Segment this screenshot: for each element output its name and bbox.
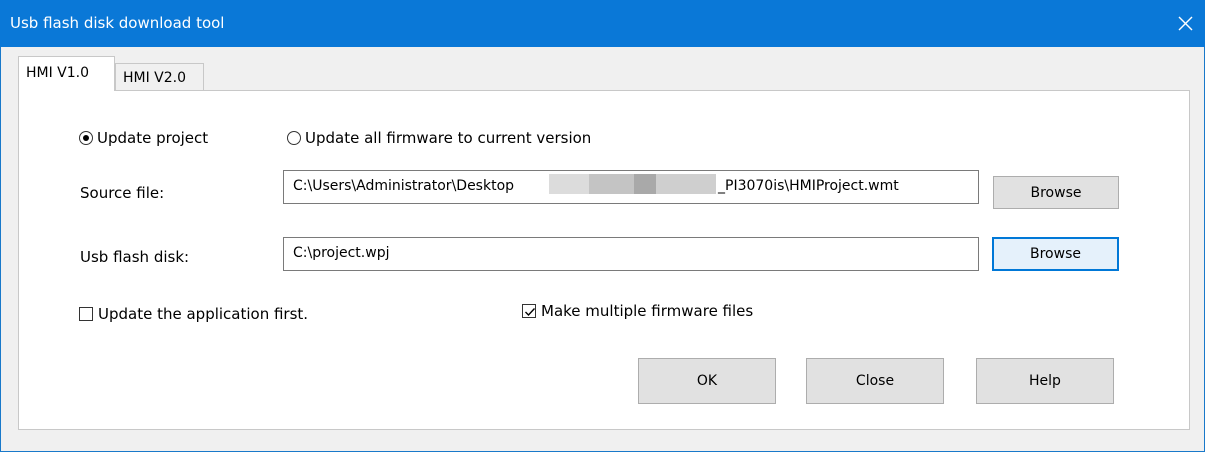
usb-disk-input[interactable]: C:\project.wpj (283, 237, 979, 271)
checkbox-unchecked-icon (79, 307, 93, 321)
usb-disk-value: C:\project.wpj (293, 245, 390, 261)
tab-hmi-v2[interactable]: HMI V2.0 (115, 63, 204, 91)
source-file-prefix: C:\Users\Administrator\Desktop (293, 178, 515, 194)
source-browse-button[interactable]: Browse (993, 176, 1119, 209)
help-button[interactable]: Help (976, 358, 1114, 404)
checkbox-checked-icon (522, 304, 536, 318)
redacted-path-segment (656, 174, 716, 194)
update-firmware-label: Update all firmware to current version (305, 129, 592, 147)
update-app-first-checkbox[interactable]: Update the application first. (79, 305, 308, 323)
tab-hmi-v1-label: HMI V1.0 (26, 65, 90, 81)
usb-browse-button[interactable]: Browse (992, 237, 1119, 271)
redacted-path-segment (589, 174, 634, 194)
close-icon (1178, 16, 1193, 31)
redacted-path-segment (634, 174, 656, 194)
update-project-radio[interactable]: Update project (79, 129, 208, 147)
tab-hmi-v2-label: HMI V2.0 (123, 70, 187, 86)
usb-disk-label: Usb flash disk: (80, 248, 190, 266)
multiple-firmware-label: Make multiple firmware files (541, 302, 754, 320)
window-title: Usb flash disk download tool (10, 14, 225, 32)
ok-button[interactable]: OK (638, 358, 776, 404)
multiple-firmware-checkbox[interactable]: Make multiple firmware files (522, 302, 753, 320)
close-window-button[interactable] (1167, 0, 1205, 47)
update-app-first-label: Update the application first. (98, 305, 309, 323)
redacted-path-segment (549, 174, 589, 194)
source-file-suffix: _PI3070is\HMIProject.wmt (718, 178, 899, 194)
source-file-label: Source file: (80, 184, 165, 202)
title-bar[interactable]: Usb flash disk download tool (0, 0, 1205, 47)
tab-hmi-v1[interactable]: HMI V1.0 (18, 56, 115, 91)
update-project-label: Update project (97, 129, 209, 147)
radio-unchecked-icon (287, 131, 301, 145)
radio-checked-icon (79, 131, 93, 145)
close-button[interactable]: Close (806, 358, 944, 404)
update-firmware-radio[interactable]: Update all firmware to current version (287, 129, 591, 147)
